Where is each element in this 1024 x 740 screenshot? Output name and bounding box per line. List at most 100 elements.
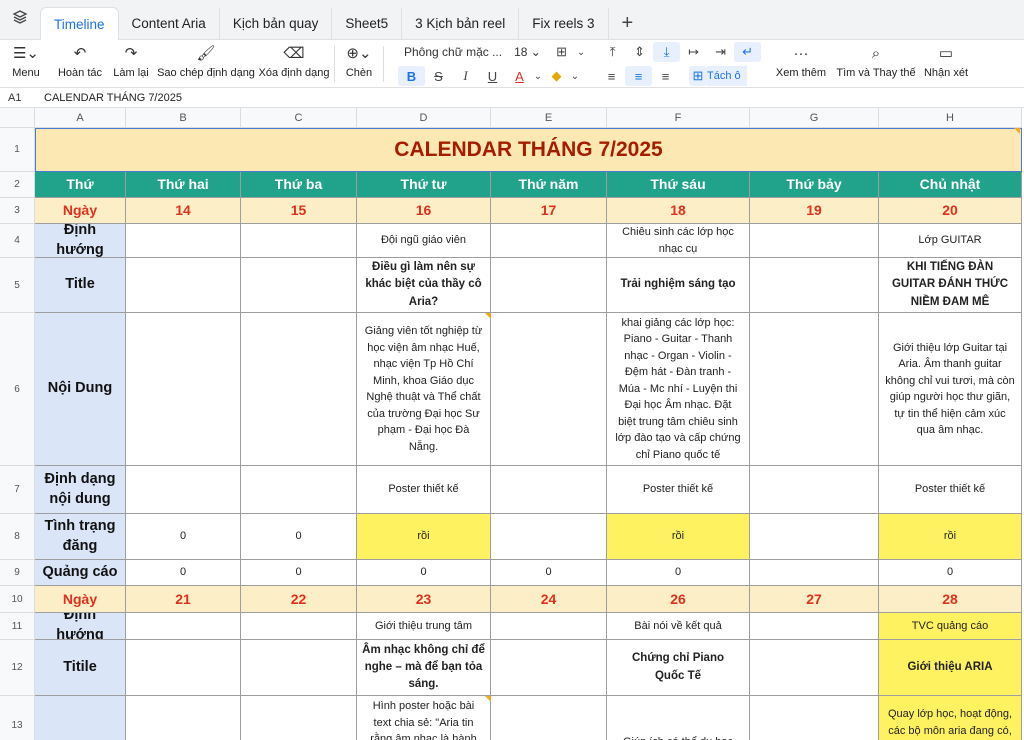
row-header[interactable]: 13 — [0, 696, 35, 740]
cell[interactable] — [241, 613, 357, 640]
calendar-title-cell[interactable]: CALENDAR THÁNG 7/2025 — [35, 128, 1022, 172]
cell[interactable] — [750, 258, 879, 313]
menu-button[interactable]: ☰⌄ Menu — [0, 40, 52, 88]
more-button[interactable]: ··· Xem thêm — [772, 40, 830, 88]
cell[interactable]: Giảng viên tốt nghiệp từ học viện âm nhạ… — [357, 313, 491, 466]
add-sheet-icon[interactable]: + — [609, 8, 647, 40]
date-cell[interactable]: 20 — [879, 198, 1022, 224]
cell[interactable]: Trải nghiệm sáng tạo — [607, 258, 750, 313]
paint-format-button[interactable]: 🖌 Sao chép định dạng — [154, 40, 258, 88]
cell[interactable]: khai giảng các lớp học: Piano - Guitar -… — [607, 313, 750, 466]
cell[interactable] — [750, 514, 879, 560]
row-header[interactable]: 2 — [0, 172, 35, 198]
row-label-cell[interactable]: Định hướng — [35, 613, 126, 640]
day-header-cell[interactable]: Chủ nhật — [879, 172, 1022, 198]
cell[interactable] — [491, 696, 607, 740]
column-header[interactable]: A — [35, 108, 126, 128]
date-cell[interactable]: 22 — [241, 586, 357, 613]
column-header[interactable]: F — [607, 108, 750, 128]
row-label-cell[interactable]: Tình trạng đăng — [35, 514, 126, 560]
day-header-cell[interactable]: Thứ bảy — [750, 172, 879, 198]
align-top-icon[interactable]: ⤒ — [599, 42, 626, 62]
cell[interactable] — [126, 640, 241, 696]
status-cell[interactable]: rồi — [879, 514, 1022, 560]
cell[interactable]: Giới thiệu lớp Guitar tại Aria. Âm thanh… — [879, 313, 1022, 466]
chevron-down-icon[interactable]: ⌄ — [570, 66, 580, 86]
row-header[interactable]: 1 — [0, 128, 35, 172]
row-label-cell[interactable]: Titile — [35, 640, 126, 696]
cell[interactable]: Hình poster hoặc bài text chia sẻ: "Aria… — [357, 696, 491, 740]
cell[interactable]: Bài nói về kết quả — [607, 613, 750, 640]
cell[interactable]: 0 — [241, 514, 357, 560]
cell[interactable] — [126, 466, 241, 514]
font-size-select[interactable]: 18 ⌄ — [508, 45, 548, 59]
row-header[interactable]: 5 — [0, 258, 35, 313]
column-header[interactable]: G — [750, 108, 879, 128]
status-cell[interactable]: rồi — [357, 514, 491, 560]
date-cell[interactable]: Ngày — [35, 586, 126, 613]
date-cell[interactable]: 23 — [357, 586, 491, 613]
align-center-icon[interactable]: ≡ — [625, 66, 652, 86]
italic-icon[interactable]: I — [452, 66, 479, 86]
day-header-cell[interactable]: Thứ năm — [491, 172, 607, 198]
date-cell[interactable]: 18 — [607, 198, 750, 224]
day-header-cell[interactable]: Thứ sáu — [607, 172, 750, 198]
column-header[interactable]: B — [126, 108, 241, 128]
row-header[interactable]: 3 — [0, 198, 35, 224]
font-family-select[interactable]: Phông chữ mặc ... — [398, 45, 508, 59]
date-cell[interactable]: 26 — [607, 586, 750, 613]
row-header[interactable]: 10 — [0, 586, 35, 613]
cell[interactable]: 0 — [241, 560, 357, 586]
text-color-icon[interactable]: A — [506, 66, 533, 86]
day-header-cell[interactable]: Thứ ba — [241, 172, 357, 198]
cell[interactable]: Đội ngũ giáo viên — [357, 224, 491, 258]
cell[interactable]: Poster thiết kế — [879, 466, 1022, 514]
row-header[interactable]: 8 — [0, 514, 35, 560]
column-header[interactable]: E — [491, 108, 607, 128]
select-all-corner[interactable] — [0, 108, 35, 128]
cell[interactable] — [241, 258, 357, 313]
row-header[interactable]: 11 — [0, 613, 35, 640]
fill-color-icon[interactable]: ◆ — [543, 66, 570, 86]
chevron-down-icon[interactable]: ⌄ — [575, 42, 587, 62]
column-header[interactable]: C — [241, 108, 357, 128]
cell[interactable]: 0 — [879, 560, 1022, 586]
cell[interactable] — [750, 313, 879, 466]
date-cell[interactable]: 19 — [750, 198, 879, 224]
underline-icon[interactable]: U — [479, 66, 506, 86]
cell[interactable]: Giúp ích cá thể du học — [607, 696, 750, 740]
cell[interactable]: 0 — [491, 560, 607, 586]
date-cell[interactable]: 27 — [750, 586, 879, 613]
align-bottom-icon[interactable]: ⤓ — [653, 42, 681, 62]
date-cell[interactable]: Ngày — [35, 198, 126, 224]
align-middle-icon[interactable]: ⇕ — [626, 42, 653, 62]
cell[interactable] — [750, 613, 879, 640]
cell[interactable] — [750, 224, 879, 258]
cell[interactable]: 0 — [126, 514, 241, 560]
cell[interactable] — [750, 640, 879, 696]
date-cell[interactable]: 14 — [126, 198, 241, 224]
date-cell[interactable]: 24 — [491, 586, 607, 613]
clear-format-button[interactable]: ⌫ Xóa định dạng — [258, 40, 330, 88]
cell[interactable] — [750, 466, 879, 514]
cell[interactable]: Giới thiệu trung tâm — [357, 613, 491, 640]
day-header-cell[interactable]: Thứ — [35, 172, 126, 198]
chevron-down-icon[interactable]: ⌄ — [533, 66, 543, 86]
cell[interactable] — [750, 696, 879, 740]
cell[interactable]: Poster thiết kế — [607, 466, 750, 514]
cell-reference[interactable]: A1 — [0, 92, 36, 104]
layers-icon[interactable] — [0, 9, 40, 30]
cell[interactable] — [750, 560, 879, 586]
cell[interactable]: 0 — [126, 560, 241, 586]
tab-content-aria[interactable]: Content Aria — [119, 7, 220, 40]
merge-cells-icon[interactable]: ⊞ — [689, 66, 707, 86]
row-label-cell[interactable]: Title — [35, 258, 126, 313]
cell[interactable] — [491, 640, 607, 696]
cell[interactable] — [491, 224, 607, 258]
cell[interactable]: Âm nhạc không chỉ để nghe – mà để bạn tỏ… — [357, 640, 491, 696]
row-label-cell[interactable]: Định hướng — [35, 224, 126, 258]
cell[interactable]: KHI TIẾNG ĐÀN GUITAR ĐÁNH THỨC NIỀM ĐAM … — [879, 258, 1022, 313]
day-header-cell[interactable]: Thứ tư — [357, 172, 491, 198]
day-header-cell[interactable]: Thứ hai — [126, 172, 241, 198]
undo-button[interactable]: ↶ Hoàn tác — [52, 40, 108, 88]
